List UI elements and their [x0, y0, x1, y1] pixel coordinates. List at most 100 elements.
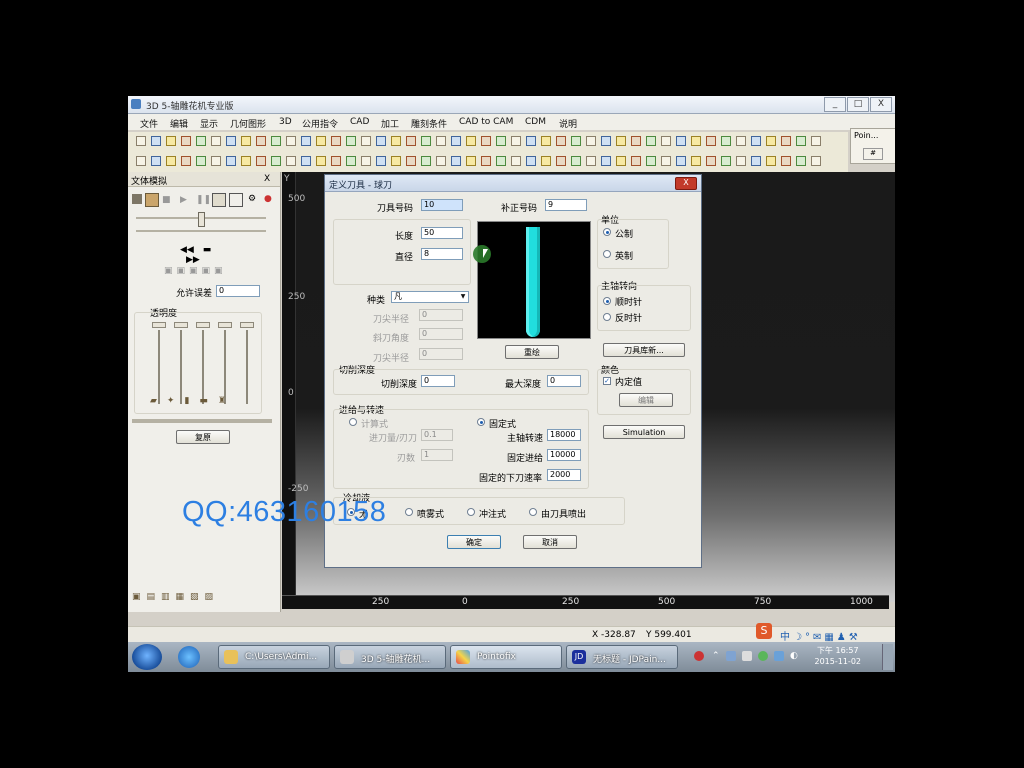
- tray-flag-icon[interactable]: [774, 651, 784, 661]
- toolbar-icon[interactable]: [616, 136, 626, 146]
- toolbar-icon[interactable]: [136, 156, 146, 166]
- menu-engrave-conditions[interactable]: 雕刻条件: [411, 117, 447, 130]
- tray-device-icon[interactable]: [742, 651, 752, 661]
- unit-metric-radio[interactable]: [603, 228, 611, 236]
- toolbar-icon[interactable]: [541, 156, 551, 166]
- tray-volume-icon[interactable]: ◐: [790, 651, 800, 661]
- toolbar-icon[interactable]: [736, 156, 746, 166]
- pointofix-panel[interactable]: Poin... #: [850, 128, 895, 164]
- toolbar-icon[interactable]: [571, 136, 581, 146]
- stop-icon[interactable]: ■: [162, 195, 171, 205]
- tray-sogou-icon[interactable]: [694, 651, 704, 661]
- tray-up-icon[interactable]: ⌃: [712, 651, 722, 661]
- cancel-button[interactable]: 取消: [523, 535, 577, 549]
- diameter-input[interactable]: 8: [421, 248, 463, 260]
- toolbar-icon[interactable]: [766, 156, 776, 166]
- show-desktop-button[interactable]: [882, 644, 893, 670]
- coolant-flood-radio[interactable]: [467, 508, 475, 516]
- toolbar-icon[interactable]: [196, 136, 206, 146]
- color-default-checkbox[interactable]: ✓: [603, 377, 611, 385]
- toolbar-icon[interactable]: [181, 156, 191, 166]
- toolbar-icon[interactable]: [271, 136, 281, 146]
- toolbar-icon[interactable]: [376, 136, 386, 146]
- max-depth-input[interactable]: 0: [547, 375, 581, 387]
- type-select[interactable]: 凡 ▼: [391, 291, 469, 303]
- taper-angle-input[interactable]: 0: [419, 328, 463, 340]
- chart-icon[interactable]: [229, 193, 243, 207]
- reset-button[interactable]: 复原: [176, 430, 230, 444]
- toolbar-icon[interactable]: [421, 156, 431, 166]
- toolbar-icon[interactable]: [496, 136, 506, 146]
- simulate-icon[interactable]: [145, 193, 159, 207]
- clock[interactable]: 下午 16:57 2015-11-02: [815, 645, 862, 667]
- dialog-titlebar[interactable]: 定义刀具 - 球刀 X: [325, 175, 701, 192]
- toolbar-icon[interactable]: [556, 156, 566, 166]
- toolbar-icon[interactable]: [811, 136, 821, 146]
- toolbar-icon[interactable]: [691, 156, 701, 166]
- dialog-close-button[interactable]: X: [675, 177, 697, 190]
- toolbar-icon[interactable]: [676, 156, 686, 166]
- toolbar-icon[interactable]: [631, 136, 641, 146]
- toolbar-icon[interactable]: [676, 136, 686, 146]
- transparency-slider-5[interactable]: [240, 322, 254, 408]
- toolbar-icon[interactable]: [721, 156, 731, 166]
- toolbar-icon[interactable]: [406, 136, 416, 146]
- toolbar-icon[interactable]: [631, 156, 641, 166]
- color-icon[interactable]: ●: [264, 194, 272, 204]
- close-button[interactable]: X: [870, 97, 892, 112]
- toolbar-icon[interactable]: [556, 136, 566, 146]
- toolbar-icon[interactable]: [316, 136, 326, 146]
- toolbar-icon[interactable]: [511, 136, 521, 146]
- feed-per-tooth-input[interactable]: 0.1: [421, 429, 453, 441]
- toolbar-icon[interactable]: [466, 156, 476, 166]
- toolbar-icon[interactable]: [346, 156, 356, 166]
- menu-3d[interactable]: 3D: [279, 117, 292, 127]
- toolbar-icon[interactable]: [346, 136, 356, 146]
- toolbar-icon[interactable]: [301, 156, 311, 166]
- toolbar-icon[interactable]: [511, 156, 521, 166]
- speed-slider-thumb[interactable]: [198, 212, 205, 227]
- task-jdpaint[interactable]: JD 无标题 - JDPain...: [566, 645, 678, 669]
- toolbar-icon[interactable]: [496, 156, 506, 166]
- play-icon[interactable]: ▶: [180, 195, 187, 205]
- spindle-speed-input[interactable]: 18000: [547, 429, 581, 441]
- toolbar-icon[interactable]: [391, 156, 401, 166]
- task-explorer[interactable]: C:\Users\Admi...: [218, 645, 330, 669]
- toolbar-icon[interactable]: [451, 136, 461, 146]
- toolbar-icon[interactable]: [331, 156, 341, 166]
- toolbar-icon[interactable]: [451, 156, 461, 166]
- toolbar-icon[interactable]: [616, 156, 626, 166]
- simulation-button[interactable]: Simulation: [603, 425, 685, 439]
- toolbar-icon[interactable]: [466, 136, 476, 146]
- sogou-ime-icon[interactable]: S: [756, 623, 772, 639]
- length-input[interactable]: 50: [421, 227, 463, 239]
- menu-cdm[interactable]: CDM: [525, 117, 546, 127]
- toolbar-icon[interactable]: [601, 156, 611, 166]
- toolbar-icon[interactable]: [751, 136, 761, 146]
- toolbar-icon[interactable]: [421, 136, 431, 146]
- menu-cad[interactable]: CAD: [350, 117, 369, 127]
- tip-radius2-input[interactable]: 0: [419, 348, 463, 360]
- menu-machining[interactable]: 加工: [381, 117, 399, 130]
- toolbar-icon[interactable]: [181, 136, 191, 146]
- coolant-mist-radio[interactable]: [405, 508, 413, 516]
- toolbar-icon[interactable]: [391, 136, 401, 146]
- toolbar-icon[interactable]: [226, 136, 236, 146]
- toolbar-icon[interactable]: [481, 136, 491, 146]
- toolbar-icon[interactable]: [436, 136, 446, 146]
- toolbar-icon[interactable]: [691, 136, 701, 146]
- toolbar-icon[interactable]: [571, 156, 581, 166]
- menu-file[interactable]: 文件: [140, 117, 158, 130]
- grid-icon[interactable]: #: [863, 148, 883, 160]
- ime-toolbar-icons[interactable]: 中☽°✉▦♟⚒: [780, 628, 861, 643]
- toolbar-icon[interactable]: [211, 156, 221, 166]
- panel-close-button[interactable]: X: [264, 174, 270, 184]
- color-edit-button[interactable]: 编辑: [619, 393, 673, 407]
- toolbar-icon[interactable]: [661, 136, 671, 146]
- start-button[interactable]: [132, 644, 162, 670]
- toolbar-icon[interactable]: [256, 156, 266, 166]
- toolbar-icon[interactable]: [241, 156, 251, 166]
- ie-icon[interactable]: [178, 646, 200, 668]
- toolbar-icon[interactable]: [286, 156, 296, 166]
- menu-cad-to-cam[interactable]: CAD to CAM: [459, 117, 513, 127]
